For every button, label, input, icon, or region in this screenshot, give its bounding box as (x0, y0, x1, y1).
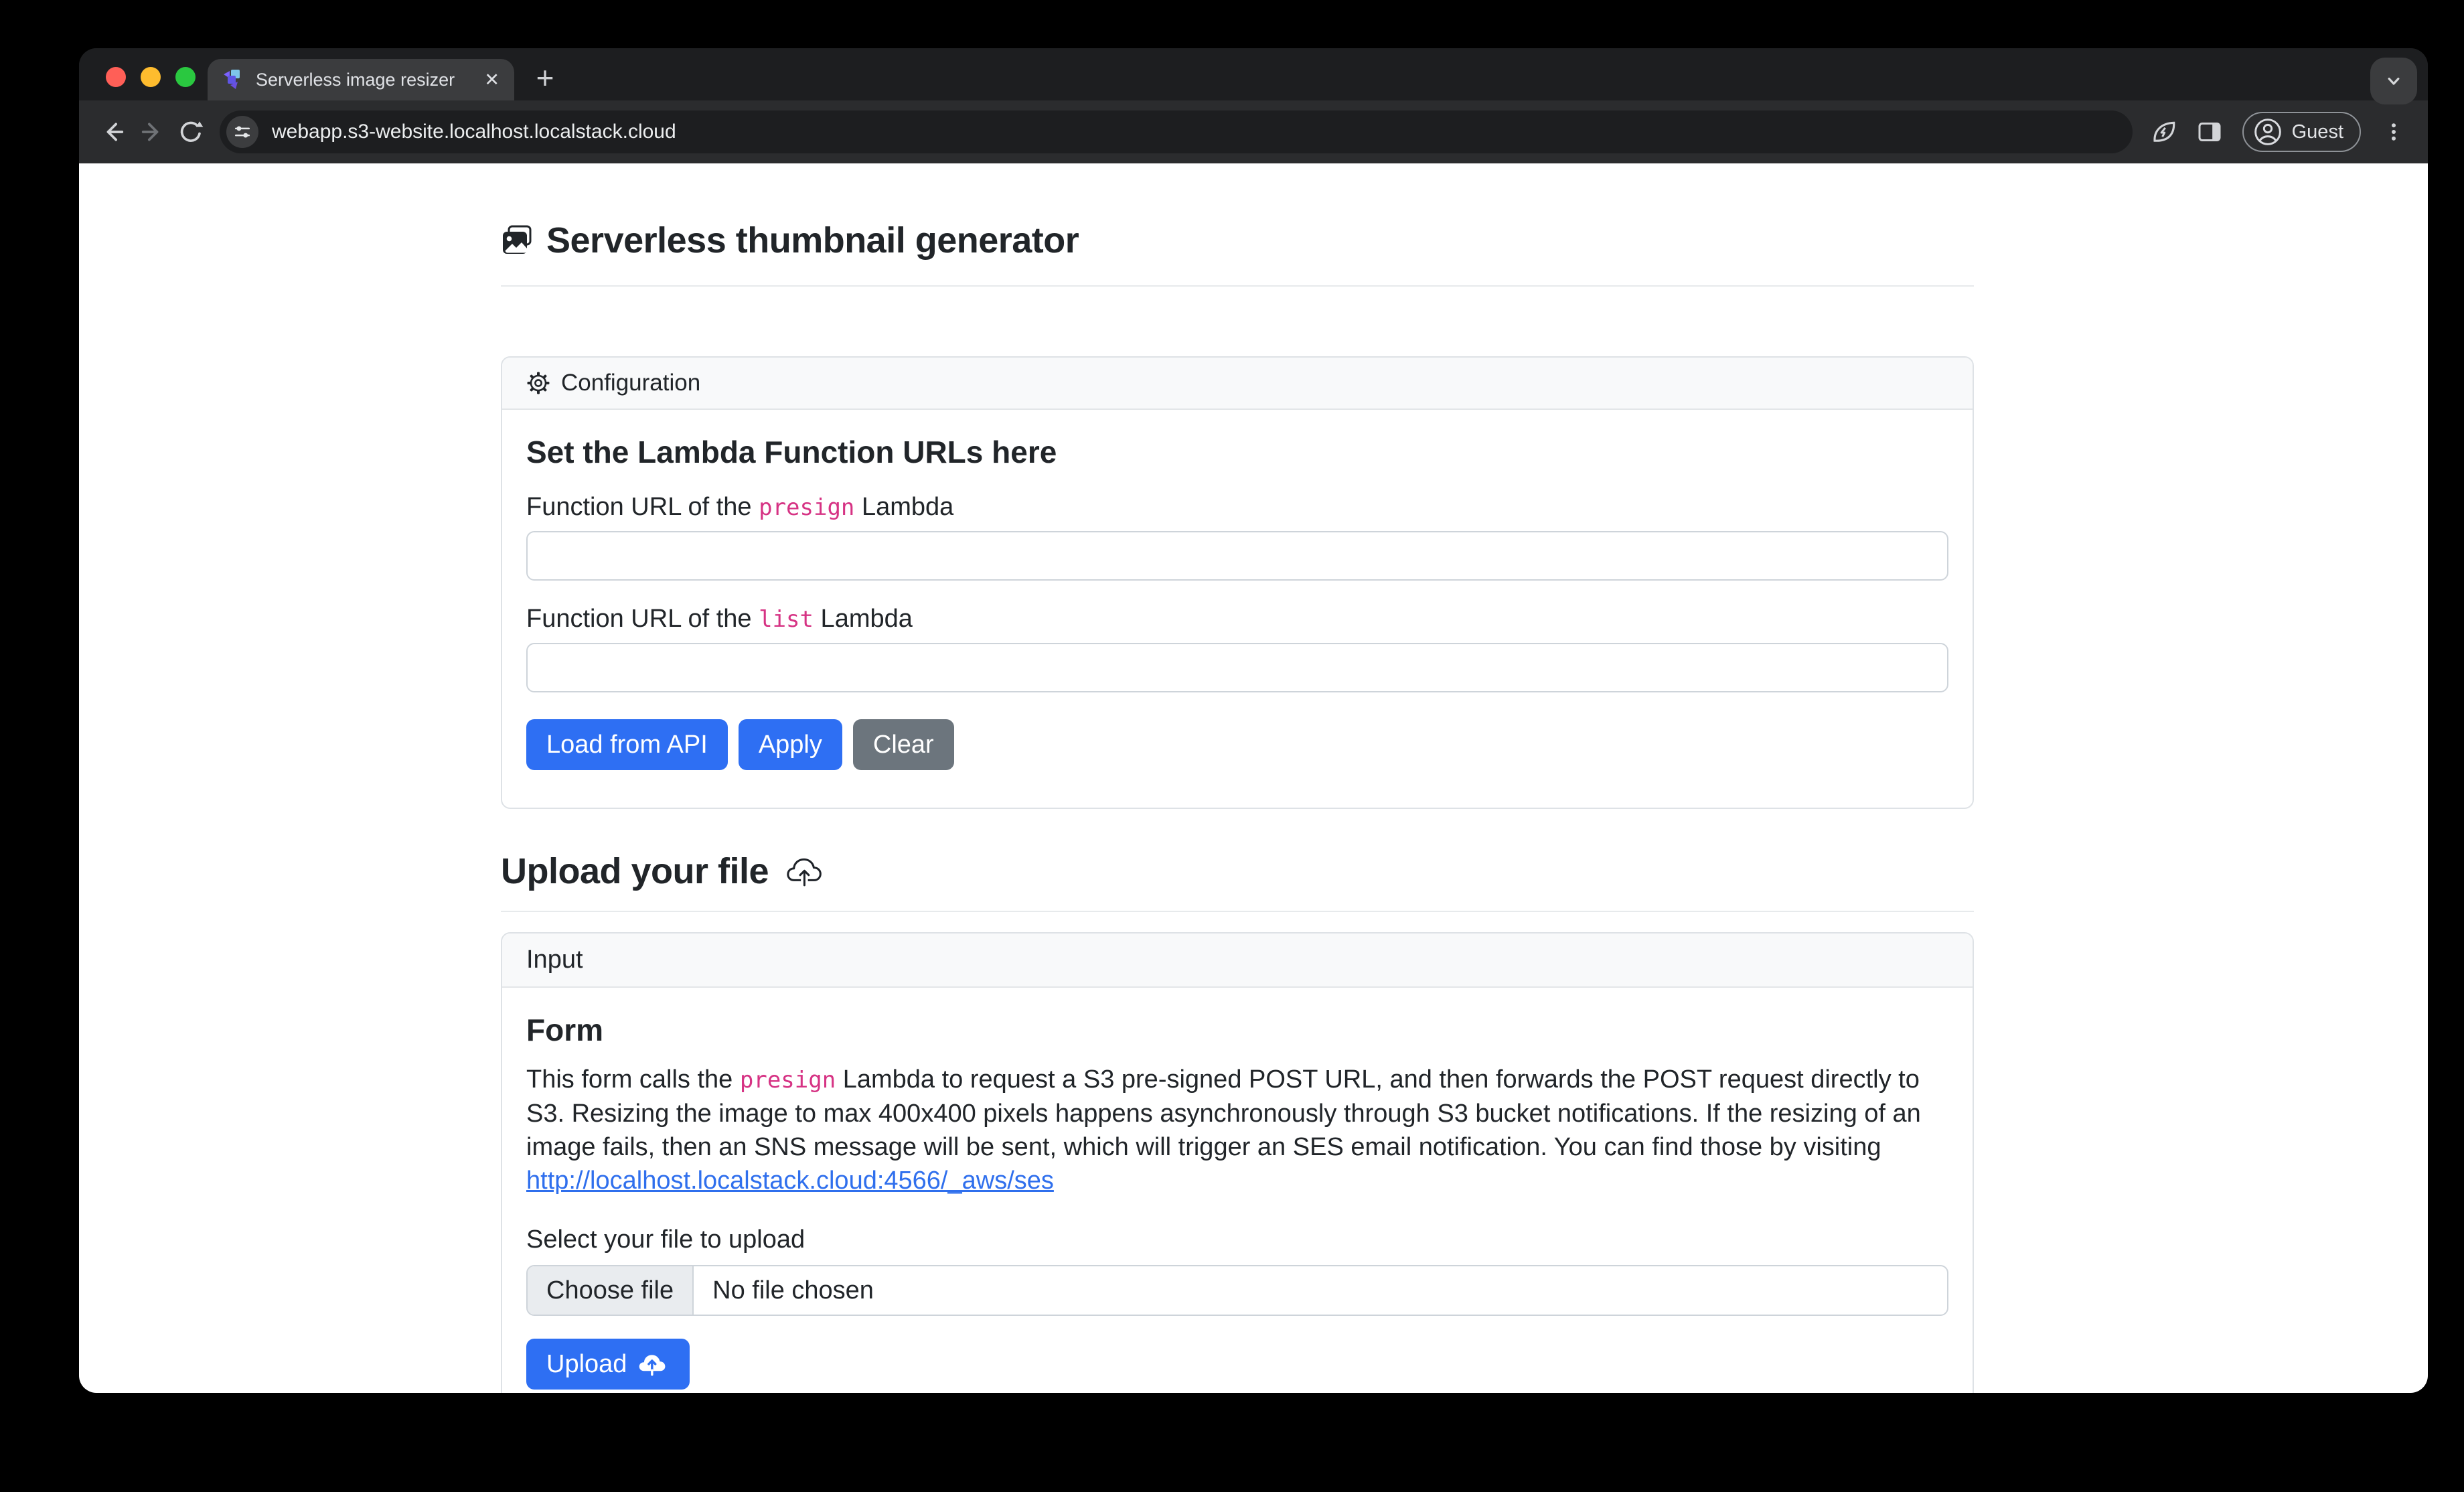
address-bar[interactable]: webapp.s3-website.localhost.localstack.c… (220, 110, 2133, 153)
list-label-suffix: Lambda (814, 605, 913, 633)
browser-menu-button[interactable] (2374, 113, 2413, 151)
images-icon (501, 224, 533, 256)
clear-button[interactable]: Clear (853, 719, 954, 770)
gear-icon (526, 371, 550, 395)
intro-text-1: This form calls the (526, 1065, 740, 1094)
profile-label: Guest (2292, 121, 2343, 143)
presign-label-text: Function URL of the (526, 493, 759, 521)
back-button[interactable] (94, 113, 133, 151)
list-url-label: Function URL of the list Lambda (526, 605, 1948, 633)
kebab-menu-icon (2382, 120, 2406, 144)
site-settings-button[interactable] (226, 116, 258, 148)
choose-file-button[interactable]: Choose file (528, 1266, 694, 1315)
browser-toolbar: webapp.s3-website.localhost.localstack.c… (79, 100, 2428, 163)
upload-section-heading: Upload your file (501, 850, 769, 892)
input-header-label: Input (526, 946, 583, 974)
configuration-header-label: Configuration (561, 370, 700, 396)
ses-link[interactable]: http://localhost.localstack.cloud:4566/_… (526, 1167, 1054, 1195)
tab-title: Serverless image resizer (256, 70, 473, 90)
web-page: Serverless thumbnail generator (79, 163, 2428, 1393)
presign-code: presign (759, 494, 854, 521)
chevron-down-icon (2383, 70, 2404, 92)
profile-button[interactable]: Guest (2242, 112, 2361, 152)
tab-search-button[interactable] (2370, 58, 2417, 104)
configuration-card: Configuration Set the Lambda Function UR… (501, 356, 1974, 809)
site-settings-icon (232, 122, 252, 142)
intro-presign-code: presign (740, 1067, 836, 1094)
file-select-label: Select your file to upload (526, 1225, 1948, 1254)
leaf-bolt-icon (2150, 118, 2178, 146)
load-from-api-button[interactable]: Load from API (526, 719, 728, 770)
list-url-input[interactable] (526, 643, 1948, 692)
new-tab-button[interactable]: + (524, 56, 566, 99)
reload-icon (177, 119, 204, 145)
side-panel-icon (2196, 119, 2223, 145)
form-description: This form calls the presign Lambda to re… (526, 1063, 1948, 1197)
browser-tab[interactable]: Serverless image resizer ✕ (208, 59, 514, 100)
presign-label-suffix: Lambda (854, 493, 953, 521)
close-tab-icon[interactable]: ✕ (484, 71, 499, 89)
minimize-window-button[interactable] (141, 67, 161, 87)
presign-url-input[interactable] (526, 531, 1948, 581)
list-code: list (759, 606, 814, 633)
side-panel-button[interactable] (2190, 113, 2229, 151)
file-status-text: No file chosen (694, 1276, 874, 1305)
apply-button[interactable]: Apply (739, 719, 842, 770)
list-label-text: Function URL of the (526, 605, 759, 633)
input-card: Input Form This form calls the presign L… (501, 932, 1974, 1393)
input-card-header: Input (502, 934, 1973, 988)
url-text[interactable]: webapp.s3-website.localhost.localstack.c… (272, 121, 676, 143)
upload-button-label: Upload (546, 1350, 627, 1379)
cloud-upload-icon (786, 856, 824, 887)
page-title: Serverless thumbnail generator (546, 220, 1079, 261)
guest-avatar-icon (2253, 117, 2283, 147)
cloud-upload-filled-icon (637, 1352, 670, 1377)
tab-strip: Serverless image resizer ✕ + (79, 48, 2428, 100)
divider (501, 911, 1974, 912)
back-arrow-icon (100, 119, 127, 145)
energy-saver-button[interactable] (2145, 113, 2183, 151)
reload-button[interactable] (171, 113, 210, 151)
traffic-lights (106, 67, 196, 87)
configuration-card-header: Configuration (502, 358, 1973, 410)
browser-window: Serverless image resizer ✕ + (79, 48, 2428, 1393)
presign-url-label: Function URL of the presign Lambda (526, 493, 1948, 522)
maximize-window-button[interactable] (175, 67, 196, 87)
upload-button[interactable]: Upload (526, 1339, 690, 1390)
file-input[interactable]: Choose file No file chosen (526, 1265, 1948, 1316)
localstack-favicon-icon (222, 68, 245, 91)
form-heading: Form (526, 1012, 1948, 1048)
divider (501, 285, 1974, 287)
close-window-button[interactable] (106, 67, 126, 87)
forward-arrow-icon (139, 119, 165, 145)
forward-button[interactable] (133, 113, 171, 151)
config-heading: Set the Lambda Function URLs here (526, 434, 1948, 470)
